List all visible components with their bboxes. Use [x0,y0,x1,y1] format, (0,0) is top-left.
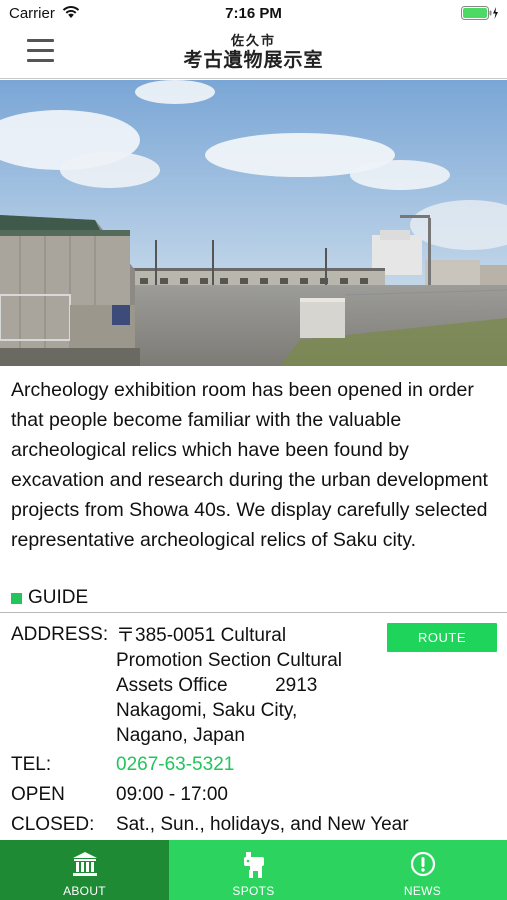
battery-charging-icon [461,6,498,20]
tab-spots-label: SPOTS [232,884,275,898]
guide-label: GUIDE [28,587,89,608]
guide-bullet-icon [11,592,22,604]
info-icon [410,851,435,877]
address-line: Promotion Section Cultural [116,650,342,671]
address-line: Nakagomi, Saku City, [116,700,298,721]
dogu-figure-icon [243,852,264,878]
address-line: Assets Office 2913 [116,675,318,696]
tab-about-label: ABOUT [63,884,106,898]
tab-bar: ABOUT SPOTS NEWS [0,840,507,900]
address-line: 〒385-0051 Cultural [116,625,287,646]
address-value: 〒385-0051 Cultural Promotion Section Cul… [116,623,376,748]
tel-label: TEL: [11,754,52,775]
section-divider [0,612,507,613]
open-hours-value: 09:00 - 17:00 [116,784,228,805]
closed-label: CLOSED: [11,814,95,835]
app-logo-title: 佐久市 考古遺物展示室 [0,34,507,71]
status-bar: Carrier 7:16 PM [0,0,507,28]
title-main: 考古遺物展示室 [183,49,324,71]
tab-news-label: NEWS [403,884,442,898]
closed-days-value: Sat., Sun., holidays, and New Year [116,814,409,835]
tel-link[interactable]: 0267-63-5321 [116,752,234,777]
tab-spots[interactable]: SPOTS [169,840,338,900]
open-label: OPEN [11,784,65,805]
description-text: Archeology exhibition room has been open… [11,379,488,551]
address-label: ADDRESS: [11,624,109,645]
address-line: Nagano, Japan [116,725,245,746]
guide-heading: GUIDE [11,585,88,611]
title-city: 佐久市 [230,34,276,49]
tab-about[interactable]: ABOUT [0,840,169,900]
status-time: 7:16 PM [225,5,282,22]
route-button[interactable]: ROUTE [387,623,497,652]
tab-news[interactable]: NEWS [338,840,507,900]
navigation-bar: 佐久市 考古遺物展示室 [0,28,507,79]
facility-photo [0,80,507,366]
museum-icon [72,852,97,876]
